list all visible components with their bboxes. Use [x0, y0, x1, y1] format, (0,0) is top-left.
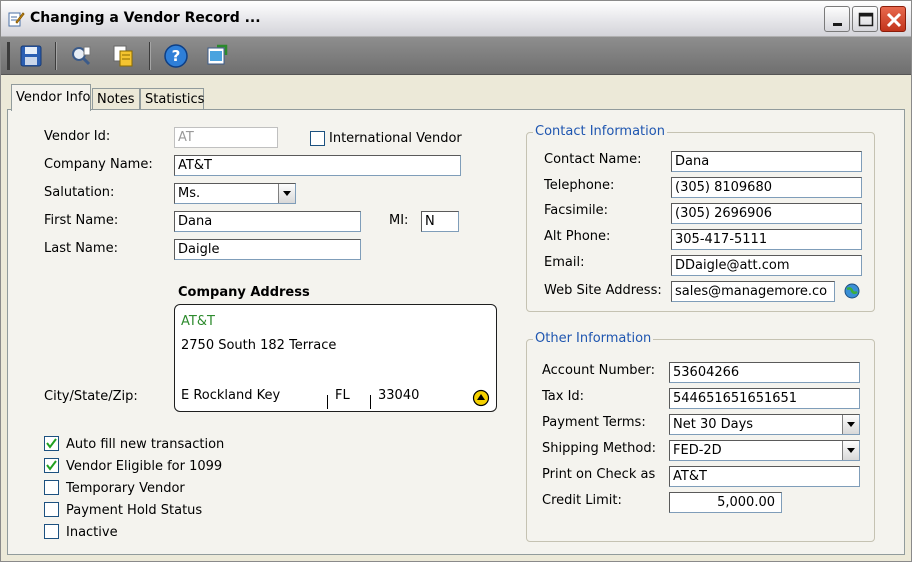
email-label: Email:	[544, 255, 585, 270]
address-line-2[interactable]: 2750 South 182 Terrace	[181, 338, 336, 353]
credit-limit-label: Credit Limit:	[542, 493, 622, 508]
last-name-field[interactable]: Daigle	[174, 239, 361, 260]
company-name-field[interactable]: AT&T	[174, 155, 461, 176]
salutation-label: Salutation:	[44, 185, 115, 200]
eligible-1099-label[interactable]: Vendor Eligible for 1099	[66, 459, 222, 474]
auto-fill-checkbox[interactable]	[44, 436, 59, 451]
vendor-id-field: AT	[174, 127, 278, 148]
tab-vendor-info[interactable]: Vendor Info	[11, 84, 91, 111]
mi-field[interactable]: N	[421, 211, 459, 232]
export-icon[interactable]	[203, 42, 231, 70]
close-button[interactable]	[880, 6, 906, 32]
salutation-value: Ms.	[178, 186, 201, 201]
tax-id-field[interactable]: 544651651651651	[669, 388, 860, 409]
international-vendor-checkbox[interactable]	[310, 131, 325, 146]
copy-icon[interactable]	[109, 42, 137, 70]
toolbar: ?	[1, 37, 911, 75]
shipping-method-select[interactable]: FED-2D	[669, 440, 860, 461]
website-label: Web Site Address:	[544, 283, 662, 298]
payment-terms-value: Net 30 Days	[673, 417, 754, 432]
address-zip[interactable]: 33040	[378, 388, 419, 403]
last-name-label: Last Name:	[44, 241, 118, 256]
first-name-field[interactable]: Dana	[174, 211, 361, 232]
salutation-select[interactable]: Ms.	[174, 183, 296, 204]
company-address-box[interactable]: AT&T 2750 South 182 Terrace E Rockland K…	[174, 304, 497, 412]
temporary-vendor-checkbox[interactable]	[44, 480, 59, 495]
chevron-down-icon[interactable]	[842, 441, 859, 460]
minimize-button[interactable]	[824, 6, 850, 32]
address-state[interactable]: FL	[335, 388, 350, 403]
help-icon[interactable]: ?	[162, 42, 190, 70]
telephone-label: Telephone:	[544, 178, 615, 193]
print-on-check-label: Print on Check as	[542, 467, 656, 482]
contact-information-title: Contact Information	[533, 124, 667, 139]
international-vendor-label[interactable]: International Vendor	[329, 131, 462, 146]
shipping-method-label: Shipping Method:	[542, 441, 656, 456]
window-title: Changing a Vendor Record ...	[30, 10, 261, 26]
contact-information-group: Contact Information Contact Name: Dana T…	[526, 124, 875, 312]
credit-limit-field[interactable]: 5,000.00	[669, 492, 782, 513]
print-on-check-field[interactable]: AT&T	[669, 466, 860, 487]
vendor-record-window: Changing a Vendor Record ... ? Vendor In…	[0, 0, 912, 562]
company-name-label: Company Name:	[44, 157, 153, 172]
website-field[interactable]: sales@managemore.co	[671, 281, 835, 302]
payment-terms-label: Payment Terms:	[542, 415, 646, 430]
title-bar: Changing a Vendor Record ...	[1, 1, 911, 37]
find-icon[interactable]	[67, 42, 95, 70]
toolbar-separator	[55, 42, 57, 70]
save-icon[interactable]	[17, 42, 45, 70]
account-number-label: Account Number:	[542, 363, 655, 378]
eligible-1099-checkbox[interactable]	[44, 458, 59, 473]
alt-phone-field[interactable]: 305-417-5111	[671, 229, 862, 250]
vendor-id-label: Vendor Id:	[44, 129, 111, 144]
payment-terms-select[interactable]: Net 30 Days	[669, 414, 860, 435]
shipping-method-value: FED-2D	[673, 443, 722, 458]
contact-name-label: Contact Name:	[544, 152, 642, 167]
vendor-info-panel: Vendor Id: AT International Vendor Compa…	[7, 109, 905, 555]
auto-fill-label[interactable]: Auto fill new transaction	[66, 437, 224, 452]
telephone-field[interactable]: (305) 8109680	[671, 177, 862, 198]
chevron-down-icon[interactable]	[278, 184, 295, 203]
address-divider	[327, 395, 328, 409]
toolbar-grip[interactable]	[7, 42, 10, 70]
maximize-button[interactable]	[852, 6, 878, 32]
other-information-title: Other Information	[533, 331, 654, 346]
chevron-down-icon[interactable]	[842, 415, 859, 434]
payment-hold-checkbox[interactable]	[44, 502, 59, 517]
globe-icon[interactable]	[843, 282, 861, 303]
inactive-checkbox[interactable]	[44, 524, 59, 539]
email-field[interactable]: DDaigle@att.com	[671, 255, 862, 276]
facsimile-field[interactable]: (305) 2696906	[671, 203, 862, 224]
address-lookup-icon[interactable]	[472, 389, 490, 410]
mi-label: MI:	[389, 213, 409, 228]
account-number-field[interactable]: 53604266	[669, 362, 860, 383]
inactive-label[interactable]: Inactive	[66, 525, 118, 540]
tab-notes[interactable]: Notes	[92, 88, 140, 110]
address-divider	[370, 395, 371, 409]
tab-statistics[interactable]: Statistics	[140, 88, 204, 110]
payment-hold-label[interactable]: Payment Hold Status	[66, 503, 202, 518]
contact-name-field[interactable]: Dana	[671, 151, 862, 172]
company-address-heading: Company Address	[178, 285, 310, 300]
facsimile-label: Facsimile:	[544, 203, 609, 218]
other-information-group: Other Information Account Number: 536042…	[526, 331, 875, 542]
city-state-zip-label: City/State/Zip:	[44, 389, 138, 404]
tax-id-label: Tax Id:	[542, 389, 585, 404]
address-city[interactable]: E Rockland Key	[181, 388, 280, 403]
address-line-1[interactable]: AT&T	[181, 314, 215, 329]
temporary-vendor-label[interactable]: Temporary Vendor	[66, 481, 185, 496]
edit-document-icon	[7, 10, 25, 28]
toolbar-separator	[149, 42, 151, 70]
svg-text:?: ?	[172, 47, 181, 65]
first-name-label: First Name:	[44, 213, 119, 228]
alt-phone-label: Alt Phone:	[544, 229, 611, 244]
